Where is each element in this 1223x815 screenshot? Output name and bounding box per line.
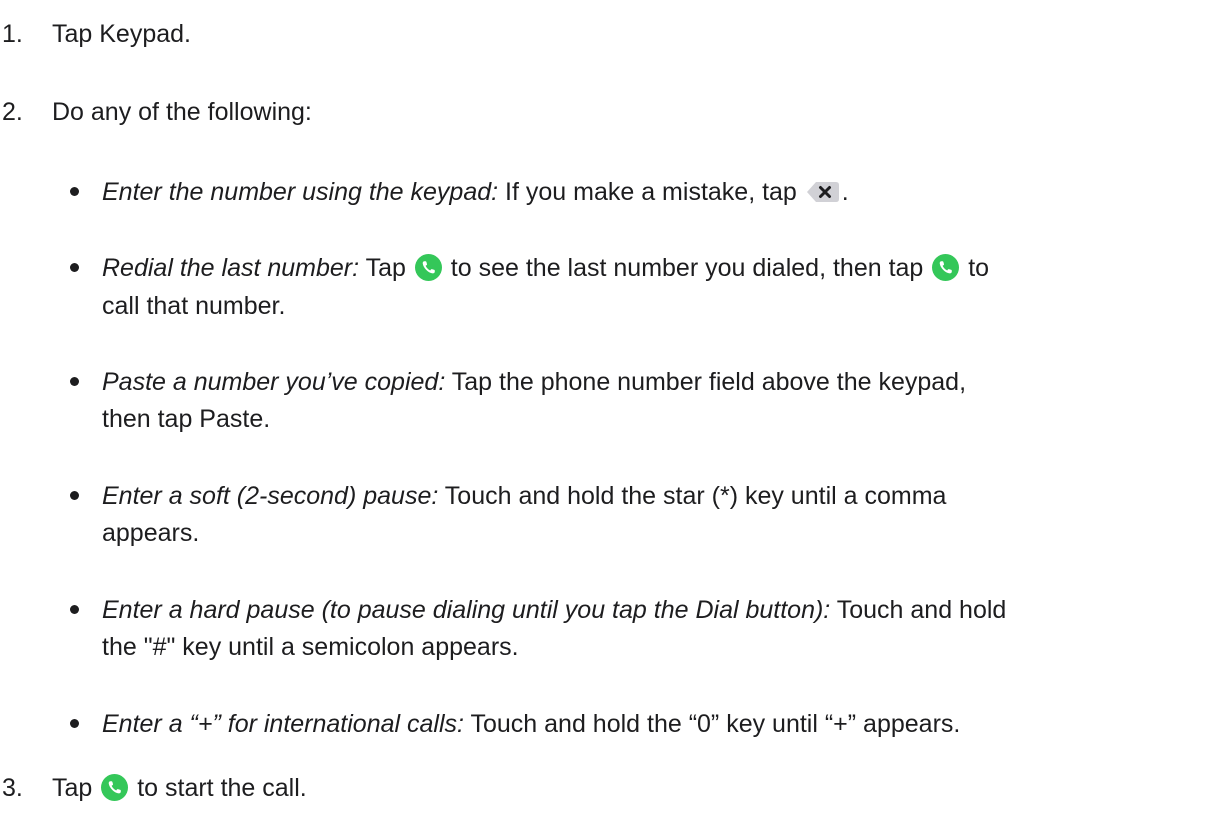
bullet-dot xyxy=(70,719,79,728)
step-number: 1. xyxy=(2,20,23,48)
step-2: 2. Do any of the following: xyxy=(2,94,312,131)
delete-backspace-icon xyxy=(806,178,840,202)
bullet-text: call that number. xyxy=(102,292,286,320)
bullet-soft-pause: Enter a soft (2-second) pause: Touch and… xyxy=(70,478,946,515)
bullet-label: Enter a soft (2-second) pause: xyxy=(102,482,439,510)
bullet-text: to see the last number you dialed, then … xyxy=(443,254,931,282)
bullet-dot xyxy=(70,187,79,196)
step-text: Do any of the following: xyxy=(52,98,312,126)
bullet-dot xyxy=(70,605,79,614)
step-number: 3. xyxy=(2,774,23,802)
instructions-page: 1. Tap Keypad. 2. Do any of the following:… xyxy=(0,0,1223,815)
bullet-paste-line2: then tap Paste. xyxy=(102,401,270,438)
bullet-text: Tap xyxy=(359,254,413,282)
bullet-soft-pause-line2: appears. xyxy=(102,515,199,552)
bullet-text: Touch and hold the “0” key until “+” app… xyxy=(463,710,961,738)
bullet-enter-number: Enter the number using the keypad: If yo… xyxy=(70,174,849,211)
bullet-text: If you make a mistake, tap xyxy=(498,178,804,206)
bullet-label: Enter the number using the keypad: xyxy=(102,178,499,206)
bullet-text: Touch and hold the star (*) key until a … xyxy=(438,482,947,510)
bullet-hard-pause-line2: the "#" key until a semicolon appears. xyxy=(102,629,519,666)
bullet-text: the "#" key until a semicolon appears. xyxy=(102,633,519,661)
bullet-dot xyxy=(70,491,79,500)
bullet-text: to xyxy=(961,254,990,282)
bullet-label: Enter a “+” for international calls: xyxy=(102,710,464,738)
bullet-label: Paste a number you’ve copied: xyxy=(102,368,446,396)
phone-call-icon xyxy=(414,254,442,281)
bullet-redial-line2: call that number. xyxy=(102,288,285,325)
step-text: Tap xyxy=(52,774,100,802)
bullet-label: Redial the last number: xyxy=(102,254,360,282)
bullet-text: appears. xyxy=(102,519,200,547)
step-text: Tap Keypad. xyxy=(52,20,191,48)
bullet-paste: Paste a number you’ve copied: Tap the ph… xyxy=(70,364,966,401)
step-3: 3. Tap to start the call. xyxy=(2,770,307,807)
bullet-text: then tap Paste. xyxy=(102,405,271,433)
bullet-text-end: . xyxy=(841,178,849,206)
phone-call-icon xyxy=(101,774,129,801)
bullet-dot xyxy=(70,377,79,386)
step-number: 2. xyxy=(2,98,23,126)
step-1: 1. Tap Keypad. xyxy=(2,16,191,53)
bullet-text: Tap the phone number field above the key… xyxy=(445,368,967,396)
bullet-label: Enter a hard pause (to pause dialing unt… xyxy=(102,596,831,624)
bullet-text: Touch and hold xyxy=(830,596,1007,624)
bullet-plus: Enter a “+” for international calls: Tou… xyxy=(70,706,960,743)
phone-call-icon xyxy=(932,254,960,281)
step-text: to start the call. xyxy=(130,774,307,802)
bullet-redial: Redial the last number: Tap to see the l… xyxy=(70,250,989,287)
bullet-dot xyxy=(70,263,79,272)
bullet-hard-pause: Enter a hard pause (to pause dialing unt… xyxy=(70,592,1006,629)
